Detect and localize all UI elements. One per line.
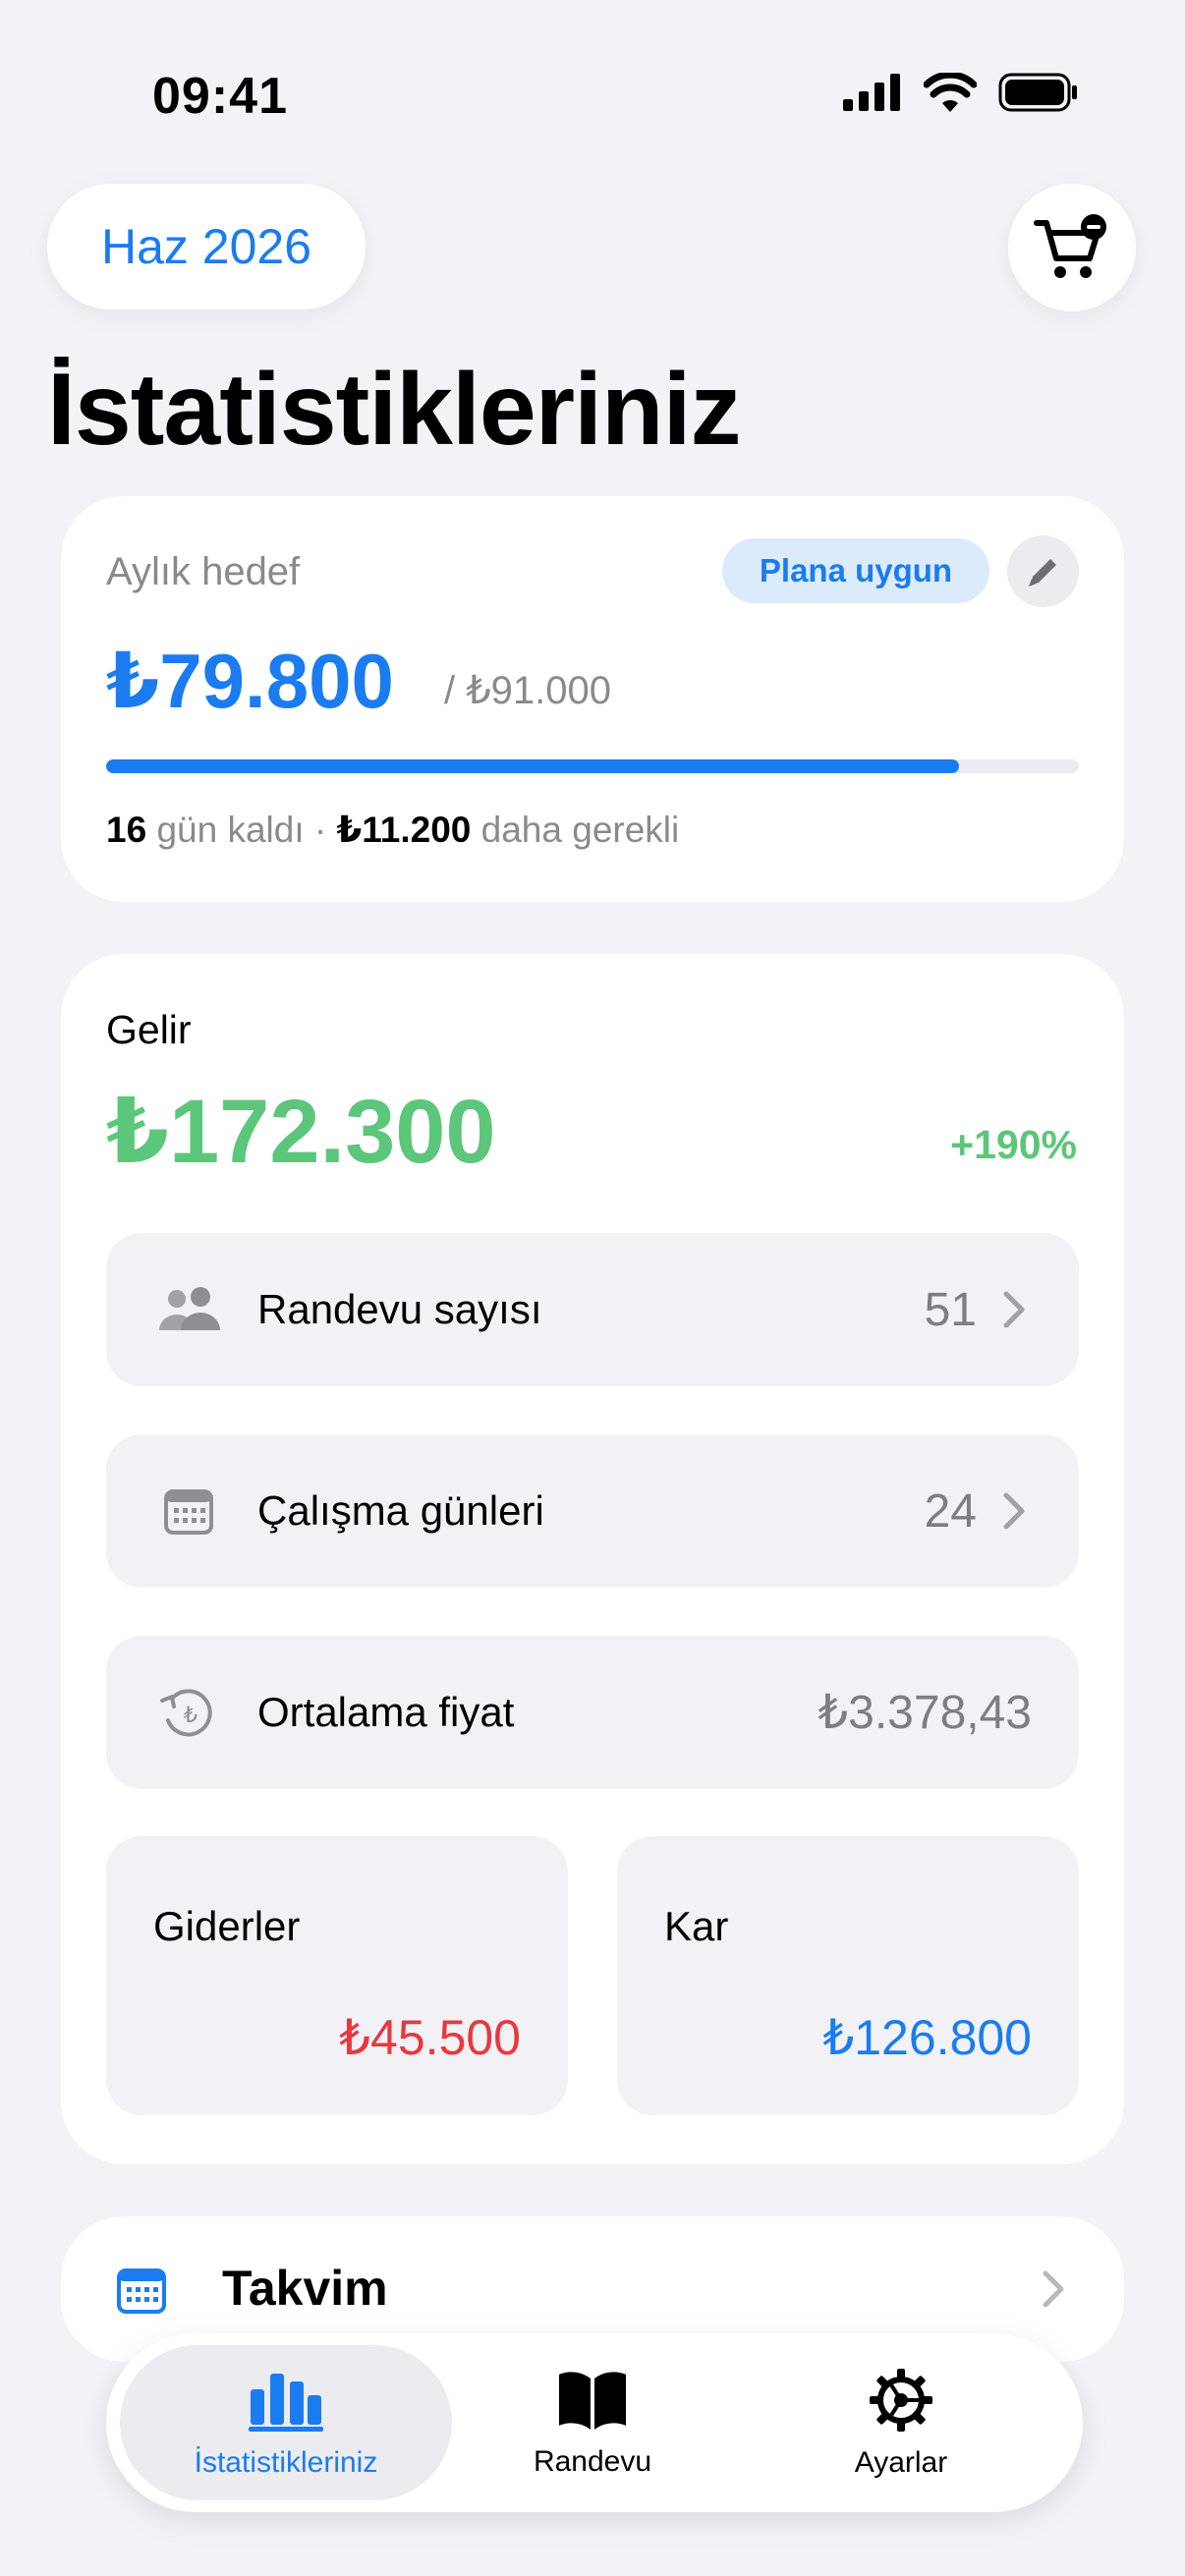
tab-settings[interactable]: Ayarlar (739, 2350, 1063, 2497)
chart-bar-icon (249, 2374, 323, 2432)
chevron-right-icon (1002, 1288, 1032, 1331)
month-selector[interactable]: Haz 2026 (47, 184, 366, 309)
chevron-right-icon (1002, 1489, 1032, 1533)
goal-progress-fill (106, 759, 960, 773)
tab-label: İstatistikleriniz (194, 2446, 378, 2479)
row-label: Ortalama fiyat (257, 1689, 515, 1735)
page-title: İstatistikleriniz (47, 353, 741, 467)
people-icon (157, 1278, 220, 1341)
row-label: Randevu sayısı (257, 1286, 542, 1332)
days-left-value: 16 (106, 810, 147, 850)
needed-value: ₺11.200 (336, 810, 472, 850)
goal-label: Aylık hedef (106, 550, 301, 593)
income-label: Gelir (106, 1007, 192, 1052)
svg-text:₺: ₺ (184, 1704, 198, 1728)
goal-progress-bar (106, 759, 1079, 773)
profit-tile[interactable]: Kar ₺126.800 (617, 1836, 1079, 2115)
pencil-icon (1028, 558, 1056, 587)
needed-text: daha gerekli (480, 810, 680, 850)
profit-label: Kar (664, 1903, 729, 1949)
cart-minus-icon (1034, 214, 1106, 278)
expenses-tile[interactable]: Giderler ₺45.500 (106, 1836, 568, 2115)
calendar-icon (157, 1480, 220, 1542)
expenses-label: Giderler (153, 1903, 301, 1949)
tab-label: Randevu (533, 2445, 652, 2478)
calendar-label: Takvim (222, 2261, 388, 2316)
status-icons (843, 73, 1079, 112)
cart-button[interactable] (1008, 184, 1136, 311)
wifi-icon (924, 73, 977, 112)
goal-target-amount: / ₺91.000 (444, 669, 612, 712)
row-value: 51 (924, 1283, 977, 1336)
chevron-right-icon (1042, 2269, 1065, 2314)
row-value: 24 (924, 1484, 977, 1538)
lira-refresh-icon: ₺ (157, 1681, 220, 1744)
appointment-count-row[interactable]: Randevu sayısı 51 (106, 1233, 1079, 1386)
working-days-row[interactable]: Çalışma günleri 24 (106, 1434, 1079, 1588)
average-price-row[interactable]: ₺ Ortalama fiyat ₺3.378,43 (106, 1636, 1079, 1789)
battery-icon (998, 73, 1077, 112)
income-change: +190% (950, 1122, 1077, 1167)
days-left-text: gün kaldı · (156, 810, 327, 850)
goal-current-amount: ₺79.800 (106, 638, 394, 724)
signal-icon (843, 74, 900, 111)
book-icon (559, 2372, 626, 2430)
edit-goal-button[interactable] (1007, 535, 1079, 607)
gear-icon (870, 2369, 932, 2432)
expenses-value: ₺45.500 (339, 2010, 521, 2065)
income-amount: ₺172.300 (106, 1082, 496, 1182)
profit-value: ₺126.800 (822, 2010, 1032, 2065)
row-label: Çalışma günleri (257, 1487, 544, 1534)
status-badge: Plana uygun (722, 538, 989, 603)
tab-statistics[interactable]: İstatistikleriniz (124, 2350, 448, 2497)
tab-appointments[interactable]: Randevu (430, 2350, 755, 2497)
status-time: 09:41 (152, 68, 288, 125)
row-value: ₺3.378,43 (818, 1687, 1032, 1739)
calendar-icon (116, 2266, 167, 2320)
tab-label: Ayarlar (854, 2446, 948, 2479)
goal-footer: 16 gün kaldı · ₺11.200 daha gerekli (106, 809, 679, 851)
